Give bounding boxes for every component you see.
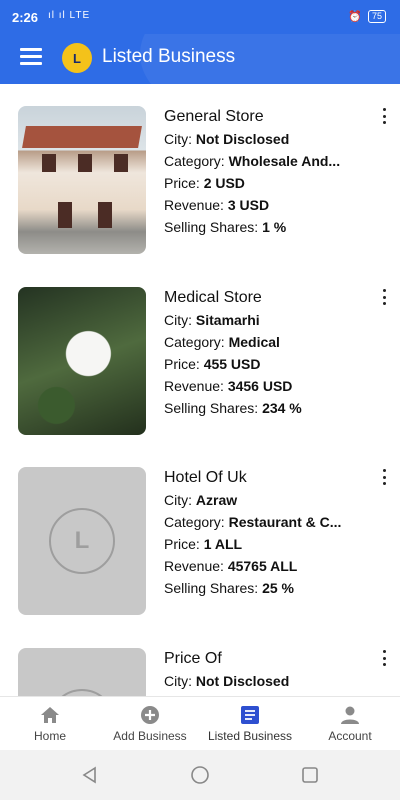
business-info: General Store City: Not Disclosed Catego… xyxy=(164,106,364,238)
more-options-icon[interactable] xyxy=(380,108,388,124)
status-time: 2:26 xyxy=(12,10,39,25)
add-circle-icon xyxy=(139,705,161,725)
business-price: Price: 455 USD xyxy=(164,356,261,372)
alarm-icon: ⏰ xyxy=(348,11,362,23)
signal-icon: ıl ıl LTE xyxy=(48,10,91,21)
status-icons: ⏰ 75 xyxy=(348,10,386,23)
business-image[interactable] xyxy=(18,106,146,254)
nav-account[interactable]: Account xyxy=(300,697,400,750)
list-item[interactable]: Medical Store City: Sitamarhi Category: … xyxy=(0,265,400,445)
back-icon[interactable] xyxy=(80,765,100,785)
list-icon xyxy=(239,705,261,725)
business-image[interactable] xyxy=(18,287,146,435)
page-title: Listed Business xyxy=(102,46,236,67)
business-list[interactable]: General Store City: Not Disclosed Catego… xyxy=(0,84,400,696)
business-name: Medical Store xyxy=(164,289,262,306)
recents-icon[interactable] xyxy=(300,765,320,785)
hamburger-menu-icon[interactable] xyxy=(20,48,42,66)
business-info: Medical Store City: Sitamarhi Category: … xyxy=(164,287,364,419)
business-shares: Selling Shares: 25 % xyxy=(164,580,294,596)
nav-label: Home xyxy=(33,729,66,743)
business-category: Category: Restaurant & C... xyxy=(164,514,342,530)
business-info: Hotel Of Uk City: Azraw Category: Restau… xyxy=(164,467,364,599)
app-bar: L Listed Business xyxy=(0,34,400,84)
nav-label: Add Business xyxy=(113,729,187,743)
app-logo: L xyxy=(62,43,92,73)
nav-listed-business[interactable]: Listed Business xyxy=(200,697,300,750)
nav-label: Listed Business xyxy=(207,729,293,743)
business-revenue: Revenue: 45765 ALL xyxy=(164,558,298,574)
person-icon xyxy=(339,705,361,725)
business-image-placeholder[interactable]: L xyxy=(18,467,146,615)
business-category: Category: Wholesale And... xyxy=(164,153,341,169)
list-item[interactable]: L Price Of City: Not Disclosed xyxy=(0,626,400,696)
business-category: Category: Medical xyxy=(164,334,280,350)
logo-placeholder-icon: L xyxy=(49,689,115,696)
system-navigation-bar xyxy=(0,750,400,800)
nav-label: Account xyxy=(328,729,372,743)
business-price: Price: 1 ALL xyxy=(164,536,243,552)
business-city: City: Not Disclosed xyxy=(164,131,290,147)
business-revenue: Revenue: 3456 USD xyxy=(164,378,293,394)
status-bar: 2:26 ıl ıl LTE ⏰ 75 xyxy=(0,0,400,34)
home-icon xyxy=(39,705,61,725)
business-city: City: Sitamarhi xyxy=(164,312,260,328)
business-name: Price Of xyxy=(164,650,222,667)
nav-add-business[interactable]: Add Business xyxy=(100,697,200,750)
list-item[interactable]: General Store City: Not Disclosed Catego… xyxy=(0,84,400,264)
list-item[interactable]: L Hotel Of Uk City: Azraw Category: Rest… xyxy=(0,445,400,625)
business-name: Hotel Of Uk xyxy=(164,469,247,486)
business-image-placeholder[interactable]: L xyxy=(18,648,146,696)
business-city: City: Azraw xyxy=(164,492,238,508)
more-options-icon[interactable] xyxy=(380,289,388,305)
home-circle-icon[interactable] xyxy=(190,765,210,785)
battery-icon: 75 xyxy=(367,10,386,23)
business-revenue: Revenue: 3 USD xyxy=(164,197,270,213)
business-price: Price: 2 USD xyxy=(164,175,245,191)
more-options-icon[interactable] xyxy=(380,650,388,666)
nav-home[interactable]: Home xyxy=(0,697,100,750)
bottom-navigation: Home Add Business Listed Business Accoun… xyxy=(0,696,400,750)
business-shares: Selling Shares: 234 % xyxy=(164,400,302,416)
logo-placeholder-icon: L xyxy=(49,508,115,574)
more-options-icon[interactable] xyxy=(380,469,388,485)
business-name: General Store xyxy=(164,108,264,125)
business-shares: Selling Shares: 1 % xyxy=(164,219,287,235)
business-city: City: Not Disclosed xyxy=(164,673,290,689)
business-info: Price Of City: Not Disclosed xyxy=(164,648,364,692)
